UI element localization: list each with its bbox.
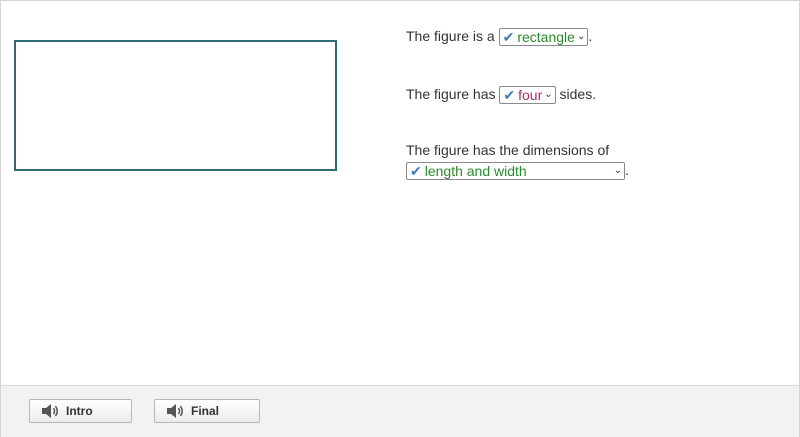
dropdown-value: length and width [424, 163, 527, 180]
speaker-icon [42, 404, 58, 418]
intro-audio-button[interactable]: Intro [29, 399, 132, 423]
footer-bar: Intro Final [1, 385, 799, 437]
final-label: Final [191, 404, 220, 418]
checkmark-icon: ✔ [503, 87, 516, 104]
question-text: The figure has the dimensions of [406, 142, 610, 158]
question-suffix: sides. [559, 86, 597, 102]
checkmark-icon: ✔ [502, 29, 515, 46]
figure-type-dropdown[interactable]: ✔ rectangle ⌄ [498, 28, 589, 47]
question-suffix: . [588, 28, 593, 44]
dropdown-value: four [518, 87, 543, 104]
dropdown-value: rectangle [517, 29, 575, 46]
question-text: The figure is a [406, 28, 495, 44]
question-text: The figure has [406, 86, 496, 102]
question-figure-type: The figure is a ✔ rectangle ⌄ . [406, 26, 593, 47]
intro-label: Intro [66, 404, 93, 418]
rectangle-figure [14, 40, 337, 171]
question-suffix: . [625, 162, 629, 178]
question-dimensions: The figure has the dimensions of ✔ lengt… [406, 140, 629, 181]
speaker-icon [167, 404, 183, 418]
final-audio-button[interactable]: Final [154, 399, 260, 423]
chevron-down-icon: ⌄ [613, 165, 622, 177]
chevron-down-icon: ⌄ [544, 89, 553, 101]
dimensions-dropdown[interactable]: ✔ length and width ⌄ [406, 162, 625, 181]
checkmark-icon: ✔ [410, 163, 422, 180]
sides-dropdown[interactable]: ✔ four ⌄ [499, 86, 556, 105]
chevron-down-icon: ⌄ [576, 31, 586, 43]
question-sides: The figure has ✔ four ⌄ sides. [406, 84, 597, 105]
